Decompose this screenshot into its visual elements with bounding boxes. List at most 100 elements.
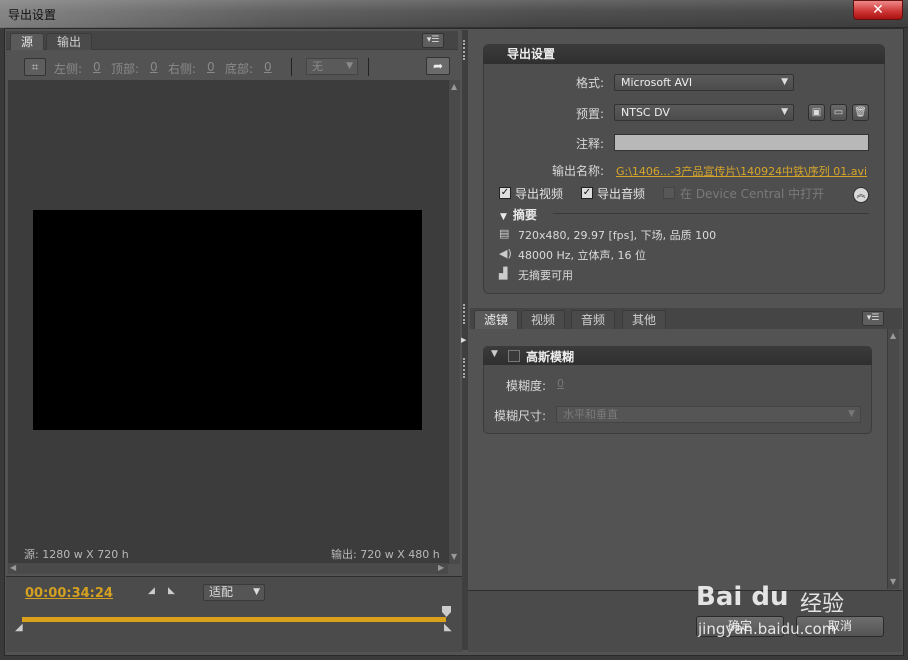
film-icon: ▤ <box>499 227 510 240</box>
tab-other[interactable]: 其他 <box>622 310 667 329</box>
zoom-fit-value: 适配 <box>209 585 234 599</box>
crop-toolbar: ⌗ 左侧: 0 顶部: 0 右侧: 0 底部: 0 无 ▼ ➦ <box>8 52 456 80</box>
titlebar-background <box>0 0 908 28</box>
set-out-point-icon[interactable]: ◣ <box>168 586 180 598</box>
scroll-up-icon[interactable]: ▲ <box>451 82 457 91</box>
format-dropdown[interactable]: Microsoft AVI ▼ <box>614 74 794 91</box>
crop-right-field[interactable]: 0 <box>207 60 215 74</box>
work-area-bar[interactable] <box>22 617 446 622</box>
device-central-label: 在 Device Central 中打开 <box>680 187 825 201</box>
comment-field[interactable] <box>614 134 869 151</box>
chevron-down-icon: ▼ <box>253 587 260 597</box>
window-title: 导出设置 <box>8 8 57 22</box>
output-name-label: 输出名称: <box>551 164 604 178</box>
preview-horizontal-scrollbar[interactable]: ◀ ▶ <box>8 562 448 574</box>
output-name-link[interactable]: G:\1406...-3产品宣传片\140924中铁\序列 01.avi <box>616 163 867 179</box>
delete-preset-icon[interactable]: 🗑 <box>852 104 869 121</box>
timeline-panel: 00:00:34:24 ◢ ◣ 适配 ▼ ◢ ◣ <box>6 576 462 652</box>
crop-bottom-field[interactable]: 0 <box>264 60 272 74</box>
chevron-down-icon: ▼ <box>848 409 855 419</box>
crop-left-field[interactable]: 0 <box>93 60 101 74</box>
splitter-grip-icon[interactable] <box>463 304 466 324</box>
crop-aspect-dropdown[interactable]: 无 ▼ <box>306 58 358 75</box>
crop-right-label: 右侧: <box>168 62 197 76</box>
device-central-checkbox[interactable] <box>663 187 675 199</box>
scroll-down-icon[interactable]: ▼ <box>451 552 457 561</box>
chevron-down-icon: ▼ <box>781 77 788 87</box>
summary-heading[interactable]: ▼ 摘要 <box>500 206 537 223</box>
playhead-icon[interactable] <box>442 606 451 617</box>
triangle-down-icon: ▼ <box>500 212 507 222</box>
panel-menu-icon[interactable]: ▾☰ <box>862 311 884 326</box>
panel-menu-icon[interactable]: ▾☰ <box>422 33 444 48</box>
splitter-grip-icon[interactable] <box>463 40 466 60</box>
scroll-left-icon[interactable]: ◀ <box>10 563 16 572</box>
blur-dimension-label: 模糊尺寸: <box>493 409 546 423</box>
scroll-up-icon[interactable]: ▲ <box>890 331 896 340</box>
triangle-down-icon[interactable]: ▼ <box>491 349 498 359</box>
format-value: Microsoft AVI <box>621 76 693 89</box>
source-size: 源: 1280 w X 720 h <box>24 548 129 561</box>
tab-output[interactable]: 输出 <box>46 33 93 50</box>
window-titlebar: 导出设置 ✕ <box>0 0 908 28</box>
tab-video[interactable]: 视频 <box>521 310 566 329</box>
tab-source[interactable]: 源 <box>10 33 45 50</box>
export-video-label: 导出视频 <box>515 187 564 201</box>
toolbar-divider <box>368 58 369 76</box>
summary-divider <box>553 213 869 214</box>
chevron-down-icon: ▼ <box>781 107 788 117</box>
gaussian-blur-title: 高斯模糊 <box>526 350 575 364</box>
ok-button[interactable]: 确定 <box>696 616 784 637</box>
source-output-tabbar: 源 输出 ▾☰ <box>6 31 458 50</box>
export-audio-checkbox[interactable]: ✓ <box>581 187 593 199</box>
preset-dropdown[interactable]: NTSC DV ▼ <box>614 104 794 121</box>
speaker-icon: ◀) <box>499 247 512 260</box>
collapse-icon[interactable]: ︽ <box>853 187 869 203</box>
zoom-fit-dropdown[interactable]: 适配 ▼ <box>203 584 265 601</box>
scroll-down-icon[interactable]: ▼ <box>890 577 896 586</box>
export-settings-heading: 导出设置 <box>483 44 885 64</box>
format-label: 格式: <box>575 76 604 90</box>
summary-heading-label: 摘要 <box>512 208 537 222</box>
crop-left-label: 左侧: <box>54 62 83 76</box>
toolbar-divider <box>291 58 292 76</box>
chevron-down-icon: ▼ <box>346 61 353 71</box>
in-point-icon[interactable]: ◢ <box>15 622 23 633</box>
settings-scrollbar[interactable]: ▲ ▼ <box>887 329 899 589</box>
crop-bottom-label: 底部: <box>225 62 254 76</box>
set-in-point-icon[interactable]: ◢ <box>148 586 160 598</box>
crop-icon[interactable]: ⌗ <box>24 58 46 76</box>
splitter-arrow-icon[interactable]: ▶ <box>461 336 466 344</box>
close-button[interactable]: ✕ <box>853 0 903 20</box>
tab-filters[interactable]: 滤镜 <box>474 310 519 329</box>
scroll-right-icon[interactable]: ▶ <box>438 563 444 572</box>
blur-dimension-dropdown[interactable]: 水平和垂直 ▼ <box>556 406 861 423</box>
export-video-checkbox[interactable]: ✓ <box>499 187 511 199</box>
current-timecode[interactable]: 00:00:34:24 <box>25 586 113 601</box>
tab-audio[interactable]: 音频 <box>571 310 616 329</box>
comment-label: 注释: <box>575 137 604 151</box>
blur-dimension-value: 水平和垂直 <box>563 408 618 421</box>
save-preset-icon[interactable]: ▣ <box>808 104 825 121</box>
settings-tabbar: 滤镜 视频 音频 其他 ▾☰ <box>470 308 902 329</box>
preview-vertical-scrollbar[interactable]: ▲ ▼ <box>448 80 460 564</box>
preset-label: 预置: <box>575 107 604 121</box>
out-point-icon[interactable]: ◣ <box>444 622 452 633</box>
crop-top-label: 顶部: <box>111 62 140 76</box>
blurriness-value[interactable]: 0 <box>557 377 564 390</box>
preset-value: NTSC DV <box>621 106 670 119</box>
export-audio-label: 导出音频 <box>597 187 646 201</box>
splitter-grip-icon[interactable] <box>463 358 466 378</box>
summary-audio: 48000 Hz, 立体声, 16 位 <box>518 249 647 262</box>
crop-top-field[interactable]: 0 <box>150 60 158 74</box>
cancel-button[interactable]: 取消 <box>796 616 884 637</box>
summary-video: 720x480, 29.97 [fps], 下场, 品质 100 <box>518 229 717 242</box>
crop-aspect-value: 无 <box>312 60 323 73</box>
gaussian-blur-header: ▼ 高斯模糊 <box>483 346 872 365</box>
video-preview <box>33 210 422 430</box>
output-size: 输出: 720 w X 480 h <box>331 548 440 561</box>
export-arrow-icon[interactable]: ➦ <box>426 57 450 75</box>
import-preset-icon[interactable]: ▭ <box>830 104 847 121</box>
gaussian-blur-checkbox[interactable] <box>508 350 520 362</box>
summary-none: 无摘要可用 <box>518 269 573 282</box>
